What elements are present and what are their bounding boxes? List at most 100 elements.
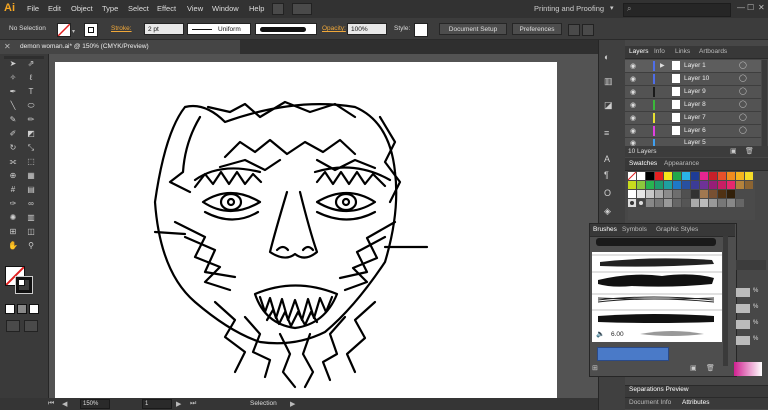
- tab-document-info[interactable]: Document Info: [629, 399, 671, 406]
- fill-swatch[interactable]: [57, 23, 71, 37]
- tab-brushes[interactable]: Brushes: [593, 226, 617, 233]
- perspective-grid-tool-icon[interactable]: ▦: [24, 170, 38, 182]
- artboard-first-icon[interactable]: ⏮: [48, 400, 54, 408]
- brushes-scrollbar[interactable]: [723, 236, 728, 366]
- menu-view[interactable]: View: [187, 4, 203, 13]
- gradient-tool-icon[interactable]: ▤: [24, 184, 38, 196]
- symbol-sprayer-tool-icon[interactable]: ✺: [6, 212, 20, 224]
- current-tool-status[interactable]: Selection: [250, 400, 277, 407]
- target-icon[interactable]: ◯: [739, 74, 747, 82]
- slice-tool-icon[interactable]: ◫: [24, 226, 38, 238]
- color-panel-icon[interactable]: ◐: [604, 52, 609, 62]
- direct-selection-tool-icon[interactable]: ⇗: [24, 58, 38, 70]
- target-icon[interactable]: ◯: [739, 126, 747, 134]
- variable-width-profile[interactable]: Uniform: [187, 23, 251, 35]
- delete-brush-icon[interactable]: 🗑: [706, 364, 715, 372]
- tab-graphic-styles[interactable]: Graphic Styles: [656, 226, 698, 233]
- zoom-field[interactable]: 150%: [80, 399, 110, 409]
- color-guide-icon[interactable]: ▥: [604, 76, 613, 87]
- glyphs-panel-icon[interactable]: ◈: [604, 206, 611, 217]
- gradient-mode-icon[interactable]: [17, 304, 27, 314]
- target-icon[interactable]: ◯: [739, 100, 747, 108]
- shape-builder-tool-icon[interactable]: ⊕: [6, 170, 20, 182]
- graphic-style-swatch[interactable]: [414, 23, 428, 37]
- visibility-eye-icon[interactable]: ◉: [630, 114, 636, 122]
- layer-name[interactable]: Layer 9: [684, 88, 706, 95]
- layer-name[interactable]: Layer 5: [684, 139, 706, 146]
- stroke-panel-icon[interactable]: ≡: [604, 128, 609, 138]
- layer-name[interactable]: Layer 10: [684, 75, 709, 82]
- visibility-eye-icon[interactable]: ◉: [630, 62, 636, 70]
- hand-tool-icon[interactable]: ✋: [6, 240, 20, 252]
- tab-artboards[interactable]: Artboards: [699, 48, 727, 55]
- draw-normal-icon[interactable]: [6, 320, 20, 332]
- menu-object[interactable]: Object: [71, 4, 93, 13]
- minimize-icon[interactable]: —: [737, 3, 745, 12]
- artboard-prev-icon[interactable]: ◀: [62, 400, 67, 408]
- tab-links[interactable]: Links: [675, 48, 690, 55]
- target-icon[interactable]: ◯: [739, 87, 747, 95]
- layer-name[interactable]: Layer 6: [684, 127, 706, 134]
- preferences-button[interactable]: Preferences: [512, 23, 562, 35]
- search-input[interactable]: [623, 3, 731, 17]
- percent-field[interactable]: %: [736, 320, 758, 329]
- none-mode-icon[interactable]: [29, 304, 39, 314]
- menu-file[interactable]: File: [27, 4, 39, 13]
- new-brush-icon[interactable]: ▣: [690, 364, 697, 372]
- stroke-swatch[interactable]: [84, 23, 98, 37]
- opacity-field[interactable]: 100%: [347, 23, 387, 35]
- percent-field[interactable]: %: [736, 336, 758, 345]
- close-icon[interactable]: ✕: [4, 42, 11, 51]
- stroke-weight-field[interactable]: 2 pt: [144, 23, 184, 35]
- target-icon[interactable]: ◯: [739, 113, 747, 121]
- chevron-down-icon[interactable]: ▾: [72, 28, 75, 35]
- tab-swatches[interactable]: Swatches: [629, 160, 657, 167]
- align-icon[interactable]: [568, 24, 580, 36]
- paragraph-panel-icon[interactable]: ¶: [604, 170, 609, 180]
- expand-arrow-icon[interactable]: ▶: [660, 62, 665, 69]
- pen-tool-icon[interactable]: ✒: [6, 86, 20, 98]
- artboard-last-icon[interactable]: ⏭: [190, 400, 196, 408]
- zoom-tool-icon[interactable]: ⚲: [24, 240, 38, 252]
- tab-separations-preview[interactable]: Separations Preview: [629, 386, 689, 393]
- lasso-tool-icon[interactable]: ℓ: [24, 72, 38, 84]
- visibility-eye-icon[interactable]: ◉: [630, 127, 636, 135]
- scale-tool-icon[interactable]: ⤡: [24, 142, 38, 154]
- menu-type[interactable]: Type: [102, 4, 118, 13]
- target-icon[interactable]: ◯: [739, 61, 747, 69]
- visibility-eye-icon[interactable]: ◉: [630, 88, 636, 96]
- layer-name[interactable]: Layer 7: [684, 114, 706, 121]
- new-layer-icon[interactable]: ▣: [730, 147, 737, 155]
- type-tool-icon[interactable]: T: [24, 86, 38, 98]
- tab-appearance[interactable]: Appearance: [664, 160, 699, 167]
- status-menu-icon[interactable]: ▶: [290, 400, 295, 408]
- blend-tool-icon[interactable]: ∞: [24, 198, 38, 210]
- menu-edit[interactable]: Edit: [48, 4, 61, 13]
- character-panel-icon[interactable]: A: [604, 154, 610, 164]
- tab-symbols[interactable]: Symbols: [622, 226, 647, 233]
- transparency-icon[interactable]: ◪: [604, 100, 613, 111]
- blob-brush-tool-icon[interactable]: ✐: [6, 128, 20, 140]
- percent-field[interactable]: %: [736, 288, 758, 297]
- tab-attributes[interactable]: Attributes: [682, 399, 709, 406]
- eyedropper-tool-icon[interactable]: ✑: [6, 198, 20, 210]
- mesh-tool-icon[interactable]: #: [6, 184, 20, 196]
- artboard-tool-icon[interactable]: ⊞: [6, 226, 20, 238]
- menu-effect[interactable]: Effect: [157, 4, 176, 13]
- workspace-switcher[interactable]: Printing and Proofing: [534, 4, 604, 13]
- tab-layers[interactable]: Layers: [629, 48, 649, 55]
- pencil-tool-icon[interactable]: ✏: [24, 114, 38, 126]
- artboard[interactable]: [55, 62, 557, 398]
- arrange-documents-icon[interactable]: [292, 3, 312, 15]
- stroke-color-box[interactable]: [15, 276, 33, 294]
- percent-field[interactable]: %: [736, 304, 758, 313]
- visibility-eye-icon[interactable]: ◉: [630, 101, 636, 109]
- width-tool-icon[interactable]: ⟗: [6, 156, 20, 168]
- opacity-label[interactable]: Opacity:: [322, 25, 346, 32]
- rotate-tool-icon[interactable]: ↻: [6, 142, 20, 154]
- menu-window[interactable]: Window: [212, 4, 239, 13]
- artboard-next-icon[interactable]: ▶: [176, 400, 181, 408]
- close-icon[interactable]: ✕: [758, 3, 765, 12]
- screen-mode-icon[interactable]: [24, 320, 38, 332]
- ellipse-tool-icon[interactable]: ⬭: [24, 100, 38, 112]
